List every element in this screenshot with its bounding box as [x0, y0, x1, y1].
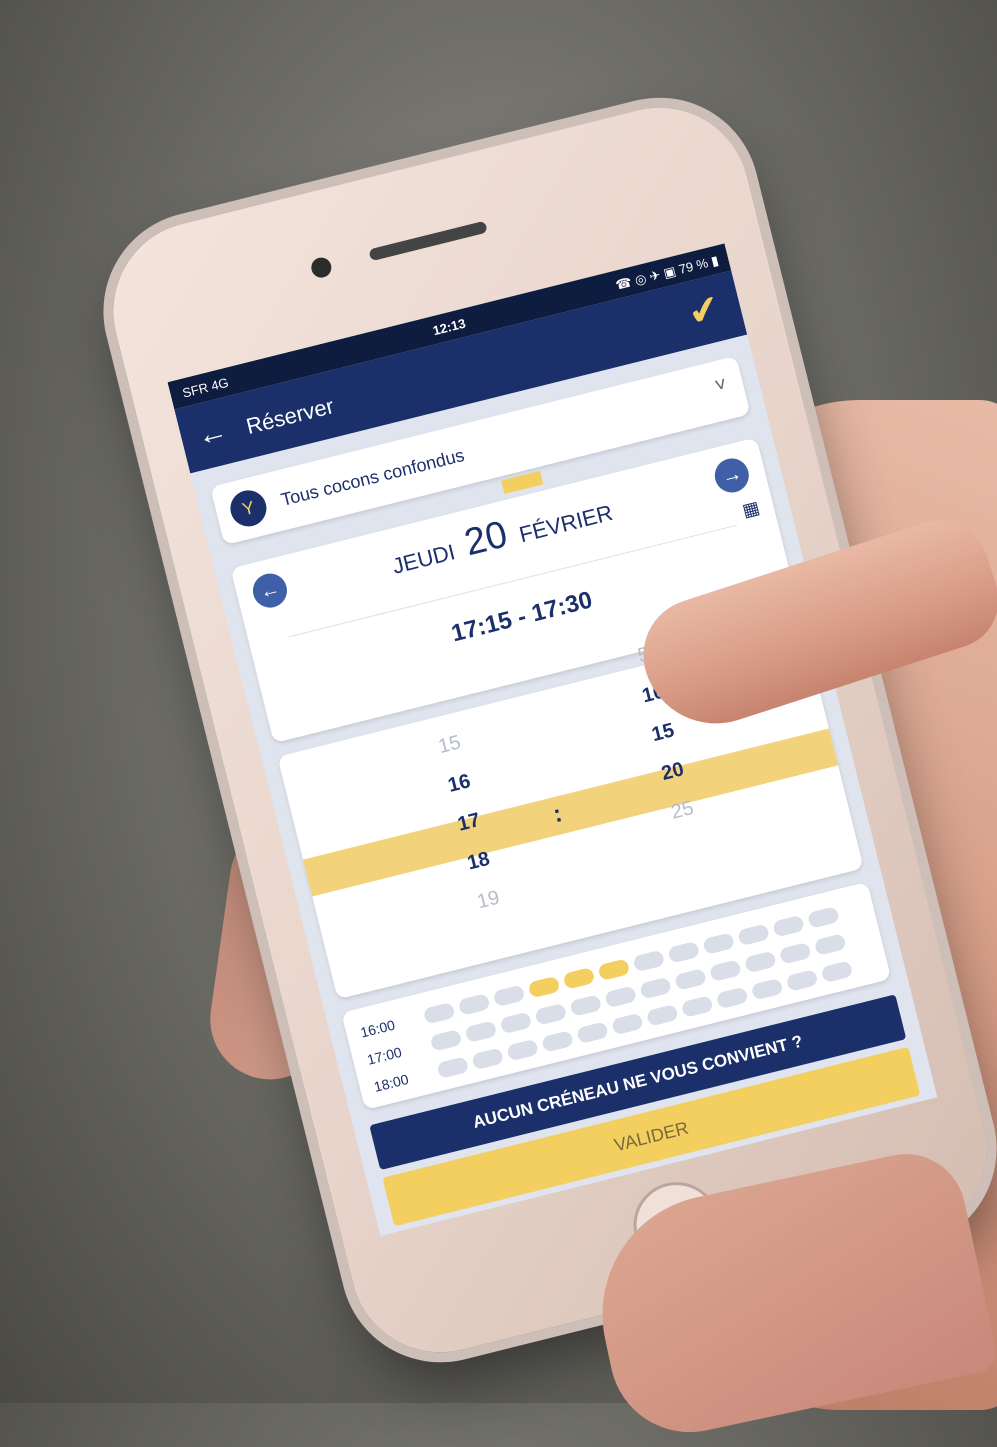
slot-chip[interactable]: [639, 976, 673, 1000]
filter-label: Tous cocons confondus: [278, 444, 467, 510]
picker-selection-band: [303, 728, 839, 897]
slot-chip[interactable]: [743, 950, 777, 974]
slot-chip[interactable]: [436, 1056, 470, 1079]
slot-chip[interactable]: [737, 923, 771, 947]
slot-row: 16:00: [358, 1017, 397, 1042]
slot-chip[interactable]: [527, 975, 561, 999]
checkmark-icon[interactable]: ✔: [683, 285, 725, 336]
month: FÉVRIER: [516, 499, 616, 548]
slot-chip[interactable]: [597, 958, 631, 982]
slot-chip[interactable]: [708, 959, 742, 983]
slot-chip[interactable]: [429, 1028, 463, 1052]
back-arrow-icon[interactable]: ←: [194, 414, 231, 454]
slot-chip[interactable]: [534, 1002, 568, 1026]
weekday: JEUDI: [389, 539, 458, 579]
slot-chip[interactable]: [667, 940, 701, 964]
slot-chip[interactable]: [471, 1047, 505, 1071]
slot-chip[interactable]: [806, 906, 840, 929]
slot-chip[interactable]: [569, 994, 603, 1017]
slot-chip[interactable]: [604, 985, 638, 1009]
slot-chip[interactable]: [680, 995, 714, 1018]
slot-row: 17:00: [365, 1044, 403, 1069]
slot-chip[interactable]: [632, 949, 666, 973]
slot-time-label: 17:00: [365, 1043, 404, 1068]
slot-time-label: 18:00: [372, 1070, 411, 1095]
slot-chip[interactable]: [464, 1020, 498, 1044]
slot-chip[interactable]: [645, 1003, 679, 1027]
slot-chip[interactable]: [422, 1001, 456, 1025]
slot-chip[interactable]: [499, 1011, 533, 1035]
slot-chip[interactable]: [506, 1038, 540, 1062]
slot-chip[interactable]: [541, 1030, 575, 1053]
calendar-icon[interactable]: ▦: [740, 497, 762, 521]
cocon-logo-icon: Y: [226, 486, 271, 531]
page-title: Réserver: [243, 393, 337, 440]
phone-screen: SFR 4G 12:13 ☎ ◎ ✈ ▣ 79 % ▮ ← Réserver ✔…: [167, 243, 938, 1237]
slot-chip[interactable]: [813, 933, 847, 956]
slot-chip[interactable]: [610, 1012, 644, 1036]
slot-chip[interactable]: [576, 1021, 609, 1045]
chevron-down-icon: ˅: [712, 373, 730, 398]
clock: 12:13: [431, 315, 468, 339]
slot-chip[interactable]: [772, 914, 806, 938]
day-number: 20: [460, 513, 512, 565]
slot-chip[interactable]: [778, 941, 812, 965]
front-camera: [309, 255, 334, 280]
slot-chip[interactable]: [820, 960, 854, 984]
slot-chip[interactable]: [715, 986, 749, 1010]
slot-chip[interactable]: [785, 969, 819, 992]
slot-chip[interactable]: [457, 993, 491, 1016]
slot-time-label: 16:00: [358, 1016, 397, 1041]
earpiece: [368, 220, 488, 262]
hour-wheel[interactable]: 15 16 17 18 19: [387, 711, 552, 934]
slot-chip[interactable]: [492, 984, 526, 1008]
slot-chip[interactable]: [674, 968, 708, 991]
slot-chip[interactable]: [562, 966, 596, 990]
slot-chip[interactable]: [702, 932, 736, 955]
slot-row: 18:00: [372, 1071, 410, 1096]
slot-chip[interactable]: [750, 977, 784, 1001]
